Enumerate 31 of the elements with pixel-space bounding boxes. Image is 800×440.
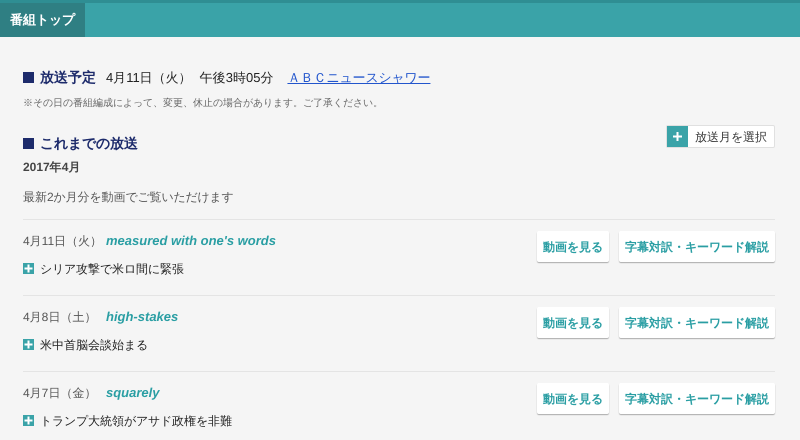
episode-date: 4月11日（火） — [23, 233, 104, 250]
schedule-time: 午後3時05分 — [200, 68, 274, 87]
watch-video-button[interactable]: 動画を見る — [537, 307, 609, 338]
plus-icon — [23, 339, 34, 350]
schedule-date: 4月11日（火） — [106, 68, 192, 87]
archive-description: 最新2か月分を動画でご覧いただけます — [23, 189, 235, 206]
program-link[interactable]: ＡＢＣニュースシャワー — [287, 68, 430, 88]
subtitles-button[interactable]: 字幕対訳・キーワード解説 — [619, 231, 775, 262]
episode-date: 4月8日（土） — [23, 309, 98, 326]
episode-phrase: high-stakes — [106, 308, 178, 326]
subtitles-button[interactable]: 字幕対訳・キーワード解説 — [619, 383, 775, 414]
plus-icon — [23, 263, 34, 274]
episode-headline: トランプ大統領がアサド政権を非難 — [40, 412, 232, 430]
archive-month: 2017年4月 — [23, 159, 82, 176]
select-month-button[interactable]: 放送月を選択 — [666, 125, 775, 148]
watch-video-button[interactable]: 動画を見る — [537, 383, 609, 414]
schedule-note: ※その日の番組編成によって、変更、休止の場合があります。ご了承ください。 — [23, 96, 384, 111]
watch-video-button[interactable]: 動画を見る — [537, 231, 609, 262]
plus-icon — [667, 126, 688, 147]
episode-headline: シリア攻撃で米ロ間に緊張 — [40, 260, 184, 278]
schedule-heading: 放送予定 — [40, 68, 96, 87]
episode-headline: 米中首脳会談始まる — [40, 336, 148, 354]
subtitles-button[interactable]: 字幕対訳・キーワード解説 — [619, 307, 775, 338]
episode-date: 4月7日（金） — [23, 385, 98, 402]
heading-marker-icon — [23, 138, 34, 149]
archive-heading: これまでの放送 — [40, 134, 138, 153]
plus-icon — [23, 415, 34, 426]
heading-marker-icon — [23, 72, 34, 83]
episode-phrase: measured with one's words — [106, 232, 276, 250]
program-top-tab[interactable]: 番組トップ — [0, 3, 85, 37]
episode-phrase: squarely — [106, 384, 160, 402]
